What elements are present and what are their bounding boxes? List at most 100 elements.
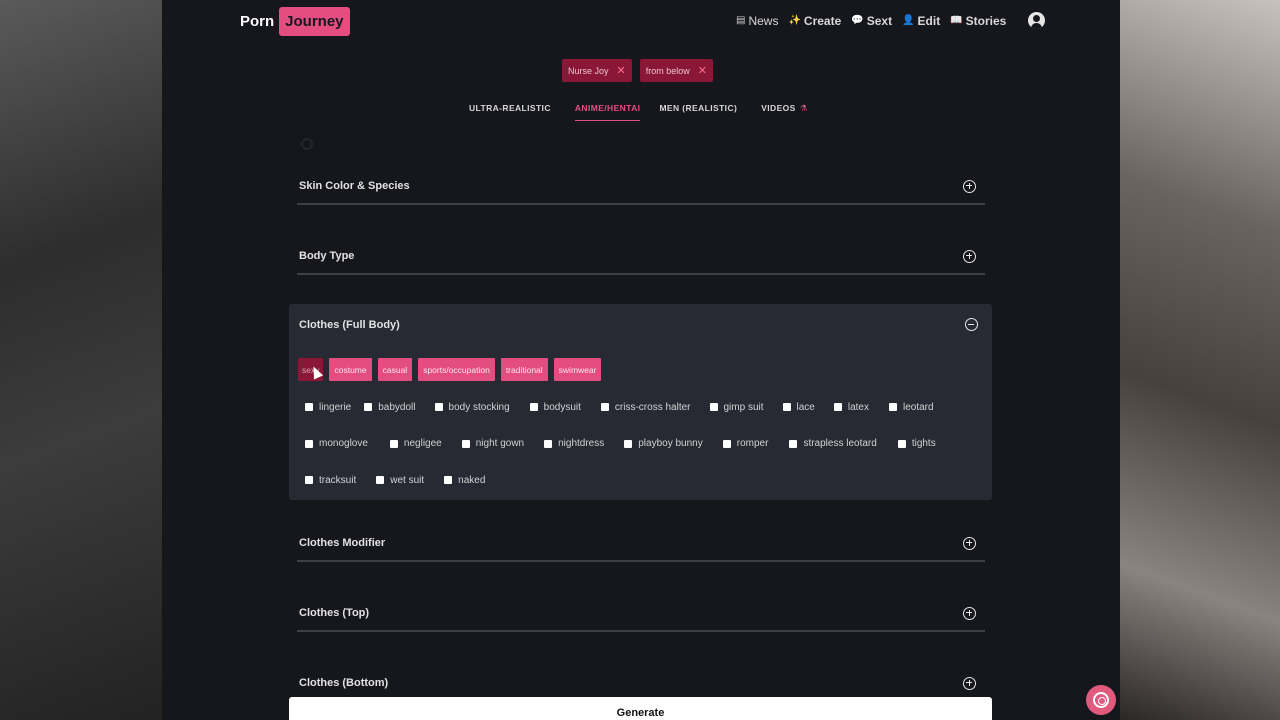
checkbox[interactable] xyxy=(722,439,731,448)
option-label: monoglove xyxy=(319,438,368,449)
option-romper[interactable]: romper xyxy=(722,438,768,449)
option-label: babydoll xyxy=(378,401,416,413)
section-clothes-top[interactable]: Clothes (Top) xyxy=(297,596,985,632)
option-criss-cross-halter[interactable]: criss-cross halter xyxy=(600,402,691,413)
expand-plus-icon[interactable] xyxy=(963,536,976,550)
tag-label: Nurse Joy xyxy=(568,65,609,76)
tab-videos[interactable]: VIDEOS ⚗ xyxy=(761,103,808,121)
selected-tag: from below ✕ xyxy=(639,59,713,82)
person-icon: 👤 xyxy=(902,15,915,26)
option-tights[interactable]: tights xyxy=(897,438,936,449)
checkbox[interactable] xyxy=(305,476,313,484)
checkbox[interactable] xyxy=(364,403,373,411)
category-casual[interactable]: casual xyxy=(377,358,413,381)
checkbox[interactable] xyxy=(444,476,453,484)
option-babydoll[interactable]: babydoll xyxy=(364,401,416,413)
section-title: Skin Color & Species xyxy=(299,180,410,192)
section-clothes-modifier[interactable]: Clothes Modifier xyxy=(297,526,985,562)
checkbox[interactable] xyxy=(889,403,897,411)
checkbox[interactable] xyxy=(544,439,553,448)
checkbox[interactable] xyxy=(897,439,906,448)
option-label: bodysuit xyxy=(543,401,581,413)
expand-plus-icon[interactable] xyxy=(963,249,976,263)
category-costume[interactable]: costume xyxy=(329,358,372,381)
nav-edit[interactable]: 👤 Edit xyxy=(902,14,940,28)
option-negligee[interactable]: negligee xyxy=(389,438,442,449)
checkbox[interactable] xyxy=(434,403,443,411)
category-swimwear[interactable]: swimwear xyxy=(553,358,602,381)
option-playboy-bunny[interactable]: playboy bunny xyxy=(624,438,703,449)
category-traditional[interactable]: traditional xyxy=(500,358,548,381)
option-label: wet suit xyxy=(390,474,425,486)
clothing-options: lingerie babydoll body stocking bodysuit… xyxy=(305,397,936,507)
checkbox[interactable] xyxy=(789,439,798,448)
section-body-type[interactable]: Body Type xyxy=(297,239,985,275)
tag-label: from below xyxy=(645,65,690,76)
section-header[interactable]: Body Type xyxy=(297,239,985,275)
option-nightdress[interactable]: nightdress xyxy=(544,438,604,449)
nav-label: Create xyxy=(803,13,842,28)
option-wet-suit[interactable]: wet suit xyxy=(376,475,424,486)
section-header[interactable]: Clothes (Full Body) xyxy=(299,318,987,331)
option-strapless-leotard[interactable]: strapless leotard xyxy=(789,438,877,449)
option-label: lace xyxy=(796,401,815,413)
newspaper-icon: ▤ xyxy=(736,15,746,26)
tab-men-realistic[interactable]: MEN (REALISTIC) xyxy=(659,103,737,121)
checkbox[interactable] xyxy=(529,403,538,411)
nav-label: News xyxy=(748,13,779,28)
options-row: lingerie babydoll body stocking bodysuit… xyxy=(305,397,936,417)
tab-ultra-realistic[interactable]: ULTRA-REALISTIC xyxy=(469,103,551,121)
account-icon[interactable] xyxy=(1028,12,1046,29)
options-row: tracksuit wet suit naked xyxy=(305,470,936,490)
checkbox[interactable] xyxy=(600,403,609,411)
collapse-minus-icon[interactable] xyxy=(965,318,978,331)
expand-plus-icon[interactable] xyxy=(963,179,976,193)
generate-button[interactable]: Generate xyxy=(289,697,992,720)
nav-create[interactable]: ✨ Create xyxy=(788,14,841,28)
option-lingerie[interactable]: lingerie xyxy=(305,402,351,413)
option-gimp-suit[interactable]: gimp suit xyxy=(709,402,764,413)
top-nav: ▤ News ✨ Create 💬 Sext 👤 Edit 📖 Stories xyxy=(736,12,1046,29)
section-header[interactable]: Clothes (Top) xyxy=(297,596,985,632)
nav-sext[interactable]: 💬 Sext xyxy=(851,14,892,28)
option-night-gown[interactable]: night gown xyxy=(461,438,524,449)
checkbox[interactable] xyxy=(376,476,385,484)
section-title: Body Type xyxy=(299,250,355,262)
option-tracksuit[interactable]: tracksuit xyxy=(305,475,356,486)
option-latex[interactable]: latex xyxy=(833,402,869,413)
brand-logo[interactable]: Porn Journey xyxy=(240,7,350,36)
option-lace[interactable]: lace xyxy=(782,401,815,413)
section-clothes-full-body: Clothes (Full Body) sexy costume casual … xyxy=(289,304,992,500)
checkbox[interactable] xyxy=(305,439,313,448)
section-skin-color[interactable]: Skin Color & Species xyxy=(297,169,985,205)
remove-tag-icon[interactable]: ✕ xyxy=(698,64,707,77)
loading-spinner-icon xyxy=(301,138,313,150)
checkbox[interactable] xyxy=(624,439,633,448)
option-bodysuit[interactable]: bodysuit xyxy=(529,401,581,413)
checkbox[interactable] xyxy=(305,403,313,411)
section-header[interactable]: Skin Color & Species xyxy=(297,169,985,205)
checkbox[interactable] xyxy=(833,403,842,411)
remove-tag-icon[interactable]: ✕ xyxy=(617,64,626,77)
section-header[interactable]: Clothes Modifier xyxy=(297,526,985,562)
nav-news[interactable]: ▤ News xyxy=(736,14,778,28)
nav-label: Edit xyxy=(917,13,941,28)
section-title: Clothes (Bottom) xyxy=(299,677,389,689)
option-monoglove[interactable]: monoglove xyxy=(305,438,368,449)
tab-anime-hentai[interactable]: ANIME/HENTAI xyxy=(574,103,641,121)
checkbox[interactable] xyxy=(389,439,398,448)
option-label: lingerie xyxy=(319,401,352,413)
checkbox[interactable] xyxy=(709,403,718,411)
expand-plus-icon[interactable] xyxy=(963,676,976,690)
nav-stories[interactable]: 📖 Stories xyxy=(950,14,1006,28)
option-naked[interactable]: naked xyxy=(444,475,485,486)
category-sports-occupation[interactable]: sports/occupation xyxy=(418,358,495,381)
option-body-stocking[interactable]: body stocking xyxy=(434,402,510,413)
section-title: Clothes (Full Body) xyxy=(299,318,400,331)
tab-label: VIDEOS xyxy=(761,103,796,113)
checkbox[interactable] xyxy=(461,439,470,448)
option-leotard[interactable]: leotard xyxy=(889,402,934,413)
expand-plus-icon[interactable] xyxy=(963,606,976,620)
support-chat-button[interactable] xyxy=(1086,685,1116,715)
checkbox[interactable] xyxy=(782,403,791,411)
